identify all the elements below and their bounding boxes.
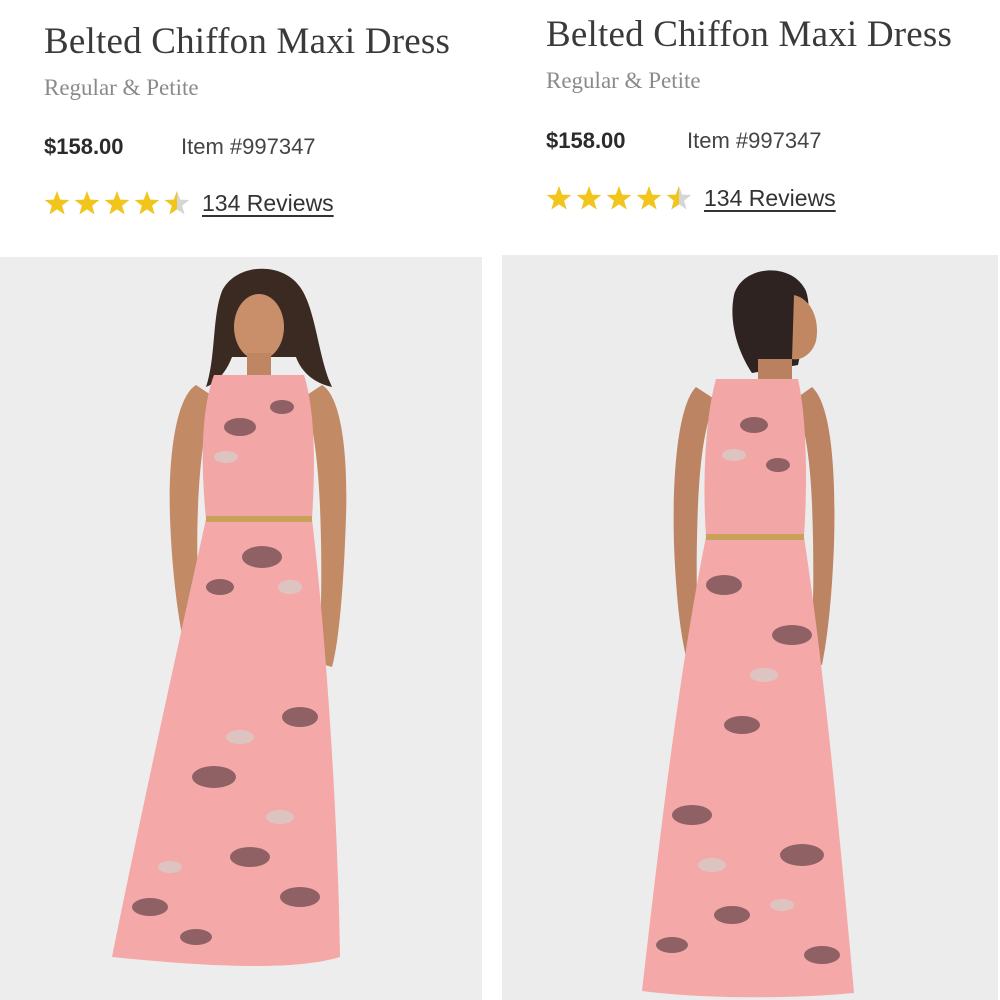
product-subtitle: Regular & Petite [44,75,199,100]
half-star-icon [666,186,691,210]
product-card-front: Belted Chiffon Maxi Dress Regular & Peti… [0,0,500,1000]
product-card-back: Belted Chiffon Maxi Dress Regular & Peti… [500,0,1000,1000]
star-icon [134,191,160,215]
model-front-image [0,257,482,1000]
star-icon [606,186,632,210]
product-title: Belted Chiffon Maxi Dress [546,14,953,55]
star-rating [546,186,691,210]
star-icon [546,186,572,210]
reviews-link[interactable]: 134 Reviews [202,190,334,217]
star-icon [576,186,602,210]
star-icon [44,191,70,215]
item-number: Item #997347 [181,134,316,159]
reviews-link[interactable]: 134 Reviews [704,185,836,212]
star-icon [104,191,130,215]
product-photo-back[interactable] [502,255,998,1000]
half-star-icon [164,191,189,215]
product-price: $158.00 [44,134,124,159]
product-subtitle: Regular & Petite [546,68,701,93]
star-rating [44,191,189,215]
product-photo-front[interactable] [0,257,482,1000]
product-title: Belted Chiffon Maxi Dress [44,21,451,62]
star-icon [74,191,100,215]
model-back-image [502,255,998,1000]
product-price: $158.00 [546,128,626,153]
item-number: Item #997347 [687,128,822,153]
star-icon [636,186,662,210]
